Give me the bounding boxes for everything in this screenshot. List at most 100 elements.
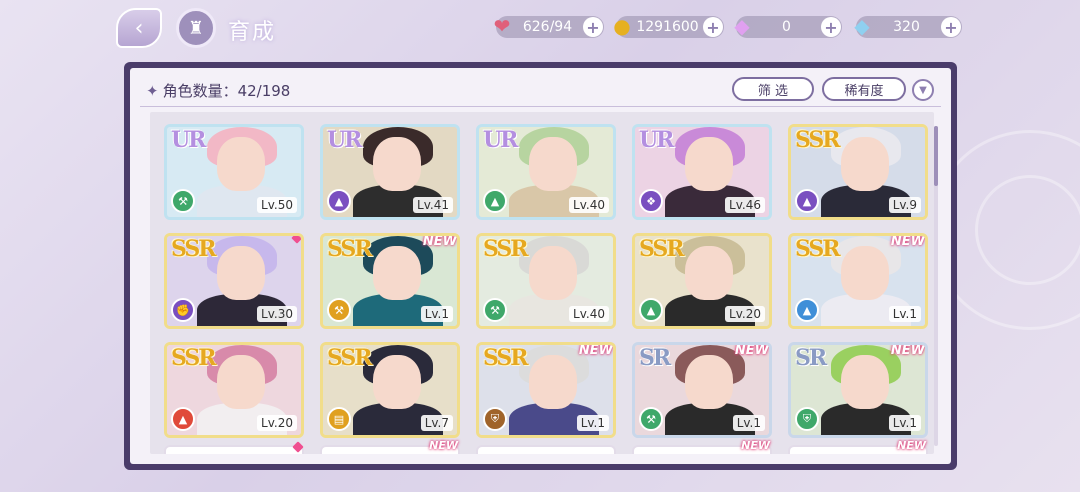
character-card-partial[interactable] <box>164 441 304 454</box>
rarity-label: UR <box>171 127 206 153</box>
character-card[interactable]: SR ⛨ Lv.1 NEW <box>788 342 928 438</box>
level-label: Lv.41 <box>413 197 453 213</box>
fist-icon: ✊ <box>171 298 195 322</box>
level-label: Lv.40 <box>569 197 609 213</box>
character-card[interactable]: SSR ▲ Lv.9 <box>788 124 928 220</box>
candy-icon: ❤ <box>493 14 511 38</box>
character-card-partial[interactable]: NEW <box>632 439 772 454</box>
boot-icon: ▲ <box>483 189 507 213</box>
boot-icon: ▲ <box>795 298 819 322</box>
level-label: Lv.1 <box>420 306 453 322</box>
portrait-face <box>685 246 733 300</box>
level-label: Lv.46 <box>725 197 765 213</box>
level-label: Lv.40 <box>569 306 609 322</box>
add-candy-button[interactable]: + <box>583 17 603 37</box>
portrait-face <box>217 246 265 300</box>
character-card[interactable]: SSR ⚒ Lv.1 NEW <box>320 233 460 329</box>
new-badge: NEW <box>890 343 925 358</box>
character-card-partial[interactable] <box>476 445 616 454</box>
hammer-icon: ⚒ <box>327 298 351 322</box>
rarity-label: SSR <box>327 236 373 262</box>
pink-diamond-icon: ◆ <box>734 14 750 38</box>
new-badge: NEW <box>890 234 925 249</box>
portrait-face <box>373 355 421 409</box>
rarity-label: SSR <box>483 345 529 371</box>
rarity-label: SSR <box>795 127 841 153</box>
character-grid[interactable]: UR ⚒ Lv.50 UR ▲ Lv.41 UR ▲ Lv.40 UR ❖ Lv.46 SSR ▲ Lv.9… <box>150 112 934 454</box>
level-label: Lv.50 <box>257 197 297 213</box>
level-label: Lv.1 <box>888 415 921 431</box>
rarity-label: SSR <box>639 236 685 262</box>
character-card[interactable]: SR ⚒ Lv.1 NEW <box>632 342 772 438</box>
rarity-label: SR <box>639 345 671 371</box>
character-panel: ✦ 角色数量：42/198 筛 选 稀有度 ▼ UR ⚒ Lv.50 UR ▲ Lv.41 U… <box>124 62 957 470</box>
boot-icon: ▲ <box>327 189 351 213</box>
sort-toggle-icon[interactable]: ▼ <box>912 79 934 101</box>
notification-dot <box>292 441 304 453</box>
character-card[interactable]: UR ❖ Lv.46 <box>632 124 772 220</box>
resource-pink-diamond: ◆ 0 + <box>734 14 842 38</box>
boot-icon: ▲ <box>639 298 663 322</box>
resource-candy: ❤ 626/94 + <box>494 14 604 38</box>
portrait-face <box>841 355 889 409</box>
wrench-icon: ⚒ <box>483 298 507 322</box>
portrait-face <box>841 246 889 300</box>
sparkle-icon: ✦ <box>146 82 159 100</box>
rarity-label: SSR <box>171 236 217 262</box>
resource-coin: ● 1291600 + <box>613 14 724 38</box>
portrait-face <box>529 355 577 409</box>
gold-coin-icon: ● <box>613 14 631 38</box>
portrait-face <box>529 137 577 191</box>
boot-icon: ▲ <box>795 189 819 213</box>
new-badge: NEW <box>734 343 769 358</box>
sort-rarity-button[interactable]: 稀有度 <box>822 77 906 101</box>
level-label: Lv.30 <box>257 306 297 322</box>
character-count: ✦ 角色数量：42/198 <box>146 80 290 101</box>
portrait-face <box>217 137 265 191</box>
character-card-partial[interactable]: NEW <box>788 439 928 454</box>
grid-scrollbar-thumb[interactable] <box>934 126 938 186</box>
portrait-face <box>373 137 421 191</box>
shield-icon: ⛨ <box>795 407 819 431</box>
add-blue-diamond-button[interactable]: + <box>941 17 961 37</box>
character-card-partial[interactable]: NEW <box>320 439 460 454</box>
rarity-label: UR <box>483 127 518 153</box>
add-coin-button[interactable]: + <box>703 17 723 37</box>
grid-scrollbar[interactable] <box>934 126 938 446</box>
portrait-face <box>529 246 577 300</box>
character-card[interactable]: SSR ✊ Lv.30 <box>164 233 304 329</box>
character-card[interactable]: UR ▲ Lv.41 <box>320 124 460 220</box>
header-divider <box>140 106 941 107</box>
character-card[interactable]: SSR ⚒ Lv.40 <box>476 233 616 329</box>
character-card[interactable]: SSR ▲ Lv.1 NEW <box>788 233 928 329</box>
new-badge: NEW <box>578 343 613 358</box>
shield-icon: ⛨ <box>483 407 507 431</box>
portrait-face <box>217 355 265 409</box>
character-card[interactable]: UR ⚒ Lv.50 <box>164 124 304 220</box>
new-badge: NEW <box>897 439 926 452</box>
home-button[interactable]: ♜ <box>176 8 216 48</box>
new-badge: NEW <box>422 234 457 249</box>
character-card[interactable]: UR ▲ Lv.40 <box>476 124 616 220</box>
back-button[interactable]: ‹ <box>116 8 162 48</box>
level-label: Lv.20 <box>725 306 765 322</box>
character-card[interactable]: SSR ⛨ Lv.1 NEW <box>476 342 616 438</box>
rarity-label: SSR <box>483 236 529 262</box>
top-bar: ‹ ♜ 育成 ❤ 626/94 + ● 1291600 + ◆ 0 + ◆ 32… <box>0 0 1080 58</box>
character-card[interactable]: SSR ▲ Lv.20 <box>632 233 772 329</box>
character-panel-inner: ✦ 角色数量：42/198 筛 选 稀有度 ▼ UR ⚒ Lv.50 UR ▲ Lv.41 U… <box>130 68 951 464</box>
blue-diamond-icon: ◆ <box>854 14 870 38</box>
add-pink-diamond-button[interactable]: + <box>821 17 841 37</box>
level-label: Lv.20 <box>257 415 297 431</box>
page-title: 育成 <box>228 20 277 45</box>
level-label: Lv.9 <box>888 197 921 213</box>
resource-blue-diamond: ◆ 320 + <box>854 14 962 38</box>
character-card[interactable]: SSR ▲ Lv.20 <box>164 342 304 438</box>
rarity-label: SSR <box>171 345 217 371</box>
filter-button[interactable]: 筛 选 <box>732 77 814 101</box>
level-label: Lv.7 <box>420 415 453 431</box>
character-card[interactable]: SSR ▤ Lv.7 <box>320 342 460 438</box>
wrench-icon: ⚒ <box>171 189 195 213</box>
portrait-face <box>685 137 733 191</box>
wing-icon: ❖ <box>639 189 663 213</box>
